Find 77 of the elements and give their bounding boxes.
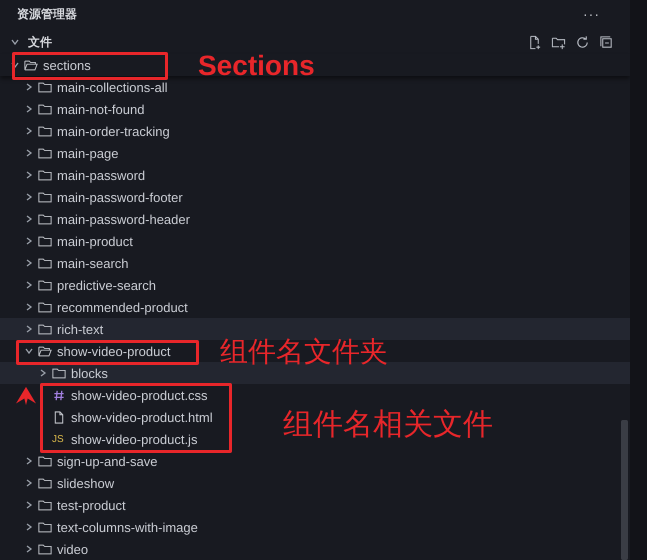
section-title[interactable]: 文件 — [28, 34, 52, 51]
chevron-icon[interactable] — [24, 82, 34, 92]
file-icon — [52, 410, 66, 424]
open-folder-icon — [24, 58, 38, 72]
chevron-icon[interactable] — [24, 192, 34, 202]
tree-item-label[interactable]: test-product — [57, 498, 126, 512]
chevron-icon[interactable] — [24, 170, 34, 180]
collapse-all-icon[interactable] — [599, 34, 614, 50]
chevron-icon[interactable] — [24, 346, 34, 356]
hash-icon — [52, 388, 66, 402]
folder-icon — [38, 212, 52, 226]
tree-item-label[interactable]: sign-up-and-save — [57, 454, 158, 468]
chevron-icon[interactable] — [24, 236, 34, 246]
tree-item-label[interactable]: show-video-product.js — [71, 432, 198, 446]
folder-icon — [38, 300, 52, 314]
chevron-icon[interactable] — [24, 280, 34, 290]
tree-item-label[interactable]: show-video-product.html — [71, 410, 213, 424]
chevron-icon[interactable] — [24, 148, 34, 158]
tree-item-label[interactable]: main-password-footer — [57, 190, 183, 204]
tree-item-label[interactable]: main-not-found — [57, 102, 144, 116]
folder-icon — [38, 542, 52, 556]
new-file-icon[interactable] — [527, 34, 542, 50]
folder-icon — [38, 278, 52, 292]
chevron-icon[interactable] — [24, 500, 34, 510]
folder-icon — [38, 80, 52, 94]
chevron-icon[interactable] — [10, 60, 20, 70]
chevron-icon[interactable] — [24, 104, 34, 114]
folder-icon — [38, 498, 52, 512]
folder-icon — [38, 454, 52, 468]
tree-item-label[interactable]: text-columns-with-image — [57, 520, 198, 534]
tree-item-label[interactable]: main-password — [57, 168, 146, 182]
folder-icon — [38, 168, 52, 182]
tree-item-label[interactable]: slideshow — [57, 476, 114, 490]
tree-item-label[interactable]: recommended-product — [57, 300, 188, 314]
tree-item-label[interactable]: rich-text — [57, 322, 104, 336]
open-folder-icon — [38, 344, 52, 358]
annotation-label: Sections — [198, 50, 315, 82]
folder-icon — [52, 366, 66, 380]
folder-icon — [38, 520, 52, 534]
tree-item-label[interactable]: main-order-tracking — [57, 124, 170, 138]
folder-icon — [38, 234, 52, 248]
folder-icon — [38, 190, 52, 204]
chevron-icon[interactable] — [24, 456, 34, 466]
tree-item-label[interactable]: video — [57, 542, 88, 556]
folder-icon — [38, 322, 52, 336]
tree-item-label[interactable]: main-collections-all — [57, 80, 168, 94]
chevron-icon[interactable] — [24, 302, 34, 312]
tree-item-label[interactable]: show-video-product.css — [71, 388, 208, 402]
chevron-icon[interactable] — [10, 37, 20, 48]
annotation-label: 组件名相关文件 — [283, 408, 493, 442]
folder-icon — [38, 146, 52, 160]
chevron-icon[interactable] — [24, 522, 34, 532]
js-icon: JS — [52, 434, 66, 444]
chevron-icon[interactable] — [24, 258, 34, 268]
tree-item-label[interactable]: main-page — [57, 146, 118, 160]
more-actions-button[interactable]: ··· — [583, 6, 600, 22]
arrow-icon — [16, 386, 36, 406]
tree-item-label[interactable]: blocks — [71, 366, 108, 380]
tree-item-label[interactable]: sections — [43, 58, 91, 72]
refresh-icon[interactable] — [575, 34, 590, 50]
chevron-icon[interactable] — [24, 324, 34, 334]
chevron-icon[interactable] — [38, 368, 48, 378]
chevron-icon[interactable] — [24, 544, 34, 554]
tree-item-label[interactable]: main-product — [57, 234, 133, 248]
folder-icon — [38, 476, 52, 490]
tree-item-label[interactable]: main-password-header — [57, 212, 190, 226]
tree-item-label[interactable]: predictive-search — [57, 278, 156, 292]
panel-title: 资源管理器 — [17, 6, 77, 23]
scrollbar-thumb[interactable] — [621, 420, 628, 560]
chevron-icon[interactable] — [24, 126, 34, 136]
tree-item-label[interactable]: main-search — [57, 256, 129, 270]
chevron-icon[interactable] — [24, 214, 34, 224]
chevron-icon[interactable] — [24, 478, 34, 488]
tree-item-label[interactable]: show-video-product — [57, 344, 170, 358]
folder-icon — [38, 102, 52, 116]
folder-icon — [38, 124, 52, 138]
folder-icon — [38, 256, 52, 270]
